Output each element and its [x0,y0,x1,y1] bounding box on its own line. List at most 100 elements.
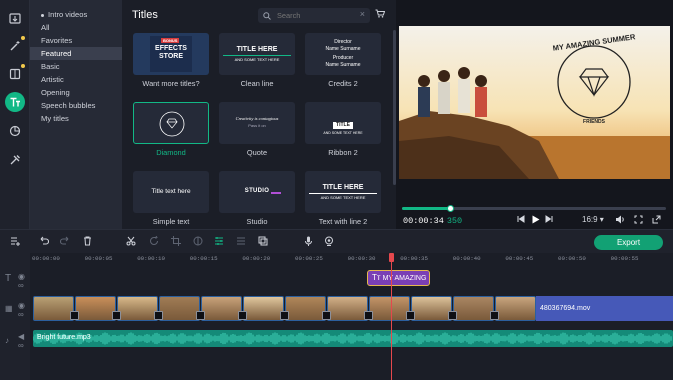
timeline-ruler[interactable]: 00:00:00 00:00:05 00:00:10 00:00:15 00:00:20… [30,253,673,267]
transition-icon[interactable] [364,311,373,320]
category-item[interactable]: Artistic [30,73,122,86]
transition-icon[interactable] [280,311,289,320]
tile-label: Credits 2 [328,79,358,88]
microphone-icon[interactable] [304,236,313,249]
cut-icon[interactable] [126,236,136,249]
ruler-tick-label: 00:00:50 [558,255,586,262]
transition-icon[interactable] [238,311,247,320]
category-intro-videos[interactable]: Intro videos [30,8,122,21]
settings-sliders-icon[interactable] [214,236,224,249]
rotate-icon[interactable] [149,235,159,249]
category-label: Intro videos [48,10,88,19]
title-tile-clean-line[interactable]: TITLE HERE AND SOME TEXT HERE [219,33,295,75]
tile-preview-subtext: AND SOME TEXT HERE [323,131,363,135]
title-tile-studio[interactable]: STUDIO [219,171,295,213]
mute-speaker-icon[interactable]: ◀ [18,332,24,341]
next-frame-icon[interactable] [545,215,553,225]
transition-icon[interactable] [406,311,415,320]
webcam-icon[interactable] [324,236,334,249]
category-item[interactable]: Opening [30,86,122,99]
transition-icon[interactable] [112,311,121,320]
video-thumbnail[interactable] [411,296,452,321]
track-controls: T ◉ ∞ ▦ ◉ ∞ ♪ ◀ ∞ [0,253,30,380]
category-item[interactable]: Favorites [30,34,122,47]
clip-properties-icon[interactable] [236,236,246,249]
titles-icon[interactable] [5,92,25,112]
export-button[interactable]: Export [594,235,663,250]
video-thumbnail[interactable] [369,296,410,321]
fullscreen-icon[interactable] [652,215,661,226]
previous-frame-icon[interactable] [517,215,525,225]
magic-wand-icon[interactable] [5,36,25,56]
redo-icon[interactable] [59,236,71,249]
aspect-ratio-select[interactable]: 16:9 ▾ [582,215,604,224]
video-thumbnail[interactable] [285,296,326,321]
title-tile-quote[interactable]: Creativity is contagious Pass it on [219,102,295,144]
category-label: Speech bubbles [41,101,96,110]
playback-progress[interactable] [402,204,666,212]
transition-icon[interactable] [490,311,499,320]
video-track: 480367694.mov [33,296,673,321]
transition-icon[interactable] [70,311,79,320]
video-thumbnail[interactable] [243,296,284,321]
title-tile-credits-2[interactable]: Director Name Surname Producer Name Surn… [305,33,381,75]
title-tile-ribbon-2[interactable]: TITLE AND SOME TEXT HERE [305,102,381,144]
title-tile-effects-store[interactable]: BONUS EFFECTS STORE [133,33,209,75]
video-preview: MY AMAZING SUMMER FRIENDS [399,26,670,179]
video-thumbnail[interactable] [201,296,242,321]
video-thumbnail[interactable] [75,296,116,321]
playhead-handle[interactable] [389,253,394,262]
play-icon[interactable] [531,215,540,226]
visibility-eye-icon[interactable]: ◉ [18,301,25,310]
audio-clip[interactable]: Bright future.mp3 [33,330,673,347]
snapshot-icon[interactable] [634,215,643,226]
title-tile-simple-text[interactable]: Title text here [133,171,209,213]
playhead-line[interactable] [391,262,392,380]
video-thumbnail[interactable] [117,296,158,321]
titles-heading: Titles [132,9,158,21]
transition-icon[interactable] [154,311,163,320]
filters-icon[interactable] [5,64,25,84]
video-thumbnail[interactable] [327,296,368,321]
category-item[interactable]: Basic [30,60,122,73]
video-thumbnail[interactable] [453,296,494,321]
search-box[interactable]: × [258,8,370,23]
overlay-subtitle-text: FRIENDS [583,119,605,125]
volume-icon[interactable] [615,215,625,226]
video-thumbnail[interactable] [495,296,536,321]
add-track-icon[interactable] [10,236,20,249]
ruler-tick-label: 00:00:30 [347,255,376,262]
visibility-eye-icon[interactable]: ◉ [18,272,25,281]
transition-icon[interactable] [196,311,205,320]
title-tile-text-with-line-2[interactable]: TITLE HERE AND SOME TEXT HERE [305,171,381,213]
tile-preview-text: TITLE HERE [322,184,364,191]
video-thumbnail[interactable] [33,296,74,321]
link-icon[interactable]: ∞ [18,310,24,319]
clear-search-icon[interactable]: × [360,9,365,19]
undo-icon[interactable] [38,236,50,249]
tool-rail [0,0,30,229]
import-icon[interactable] [5,8,25,28]
video-thumbnail[interactable] [159,296,200,321]
link-icon[interactable]: ∞ [18,281,24,290]
video-clip[interactable]: 480367694.mov [536,296,673,321]
stickers-icon[interactable] [5,121,25,141]
store-cart-icon[interactable] [375,9,386,20]
category-item[interactable]: All [30,21,122,34]
tile-preview-text-2: Producer [332,55,354,61]
crop-icon[interactable] [171,236,181,249]
overlay-icon[interactable] [258,236,268,249]
link-icon[interactable]: ∞ [18,341,24,350]
title-tile-diamond[interactable] [133,102,209,144]
progress-knob[interactable] [447,204,454,212]
category-item[interactable]: Speech bubbles [30,99,122,112]
transition-icon[interactable] [448,311,457,320]
color-adjust-icon[interactable] [193,236,203,249]
transition-icon[interactable] [322,311,331,320]
delete-icon[interactable] [83,236,92,249]
title-clip[interactable]: Tт MY AMAZING [367,270,430,286]
tools-icon[interactable] [5,150,25,170]
search-input[interactable] [277,11,347,20]
category-item[interactable]: My titles [30,112,122,125]
category-item[interactable]: Featured [30,47,122,60]
